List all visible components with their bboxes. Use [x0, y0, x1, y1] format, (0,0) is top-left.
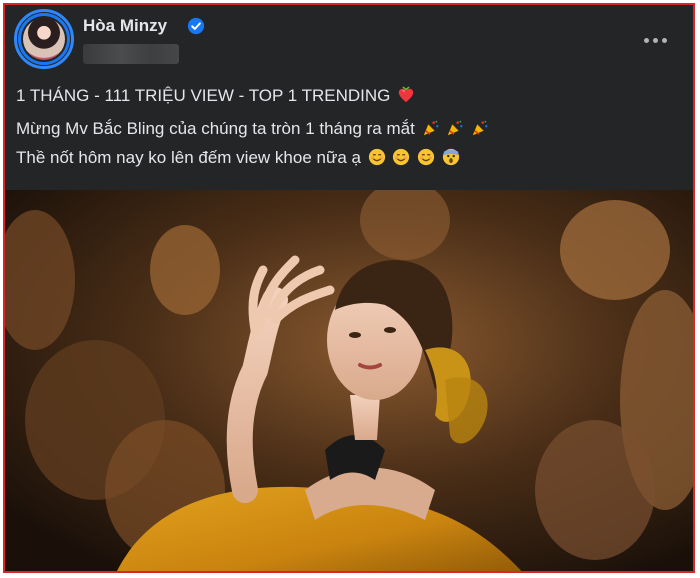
party-popper-icon: [423, 120, 439, 136]
post-headline: 1 THÁNG - 111 TRIỆU VIEW - TOP 1 TRENDIN…: [16, 81, 683, 110]
screaming-face-icon: [442, 148, 460, 166]
red-heart-gem-icon: [398, 86, 414, 103]
avatar[interactable]: [18, 13, 70, 65]
post-card: Hòa Minzy 1 THÁNG - 111 TRIỆU VIEW - TOP…: [3, 3, 695, 573]
post-image[interactable]: [5, 190, 693, 571]
party-popper-icon: [448, 120, 463, 136]
verified-badge-icon: [187, 17, 205, 35]
smiling-face-icon: [393, 148, 410, 166]
more-options-button[interactable]: [639, 25, 671, 55]
smiling-face-icon: [418, 148, 435, 166]
post-text: 1 THÁNG - 111 TRIỆU VIEW - TOP 1 TRENDIN…: [16, 81, 683, 172]
post-line-1: Mừng Mv Bắc Bling của chúng ta tròn 1 th…: [16, 114, 683, 143]
smiling-face-icon: [368, 148, 385, 166]
post-line-2: Thề nốt hôm nay ko lên đếm view khoe nữa…: [16, 143, 683, 172]
more-options-icon-dot: [652, 37, 658, 43]
post-timestamp-blurred[interactable]: [83, 44, 179, 64]
post-line-2-text: Thề nốt hôm nay ko lên đếm view khoe nữa…: [16, 148, 361, 167]
author-name[interactable]: Hòa Minzy: [83, 16, 167, 36]
post-header: Hòa Minzy: [5, 5, 693, 75]
more-options-icon: [643, 37, 649, 43]
post-line-1-text: Mừng Mv Bắc Bling của chúng ta tròn 1 th…: [16, 119, 415, 138]
more-options-icon-dot: [661, 37, 667, 43]
post-headline-text: 1 THÁNG - 111 TRIỆU VIEW - TOP 1 TRENDIN…: [16, 86, 391, 105]
post-photo-illustration: [5, 190, 693, 571]
party-popper-icon: [472, 120, 488, 136]
